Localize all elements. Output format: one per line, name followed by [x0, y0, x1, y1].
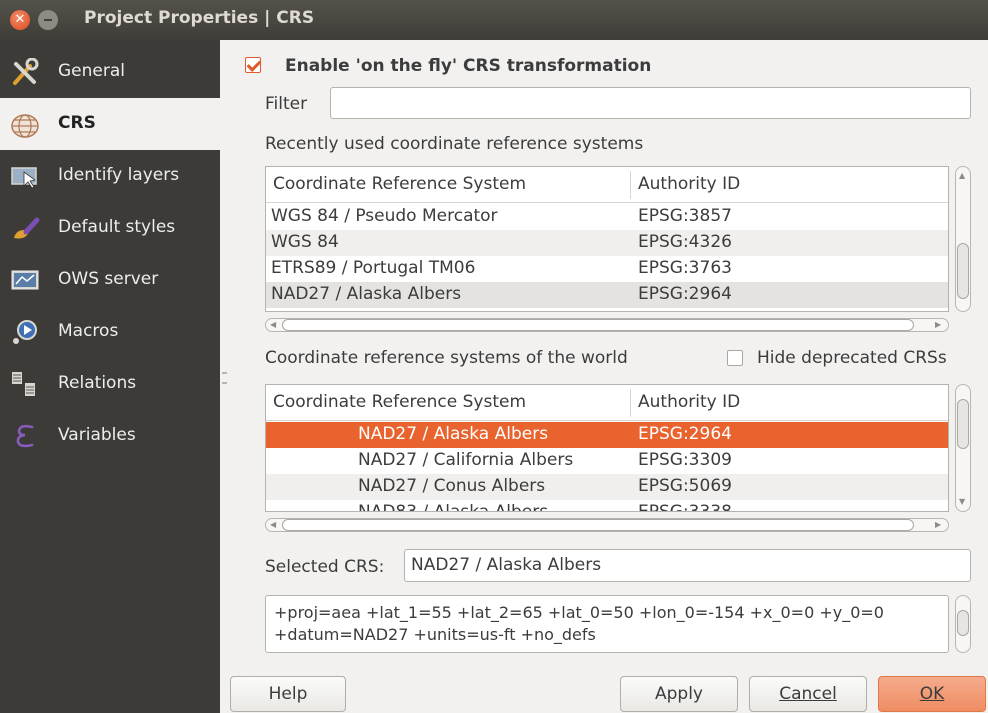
recent-crs-title: Recently used coordinate reference syste…: [265, 134, 644, 154]
column-separator[interactable]: [630, 171, 631, 199]
column-header-authority-id[interactable]: Authority ID: [638, 174, 740, 194]
selected-crs-label: Selected CRS:: [265, 557, 385, 577]
scrollbar-thumb[interactable]: [282, 519, 914, 531]
crs-authority-id: EPSG:3338: [638, 502, 732, 512]
sidebar-item-label: Variables: [58, 425, 136, 445]
scroll-right-icon[interactable]: ▶: [935, 320, 941, 329]
sidebar-item-label: General: [58, 61, 125, 81]
otf-label: Enable 'on the fly' CRS transformation: [285, 56, 652, 76]
close-window-button[interactable]: ✕: [10, 10, 30, 30]
column-header-crs[interactable]: Coordinate Reference System: [273, 174, 526, 194]
recent-vertical-scrollbar[interactable]: ▲: [955, 166, 971, 312]
crs-name: NAD27 / Conus Albers: [358, 476, 546, 496]
table-row[interactable]: NAD27 / California Albers EPSG:3309: [266, 448, 948, 474]
crs-authority-id: EPSG:3763: [638, 258, 732, 278]
crs-name: NAD27 / Alaska Albers: [271, 284, 462, 304]
column-header-authority-id[interactable]: Authority ID: [638, 392, 740, 412]
sidebar-item-relations[interactable]: Relations: [0, 358, 220, 410]
table-row[interactable]: WGS 84 / Pseudo Mercator EPSG:3857: [266, 204, 948, 230]
scrollbar-thumb[interactable]: [957, 399, 969, 449]
scrollbar-thumb[interactable]: [957, 610, 969, 636]
crs-name: NAD83 / Alaska Albers: [358, 502, 549, 512]
table-row[interactable]: NAD27 / Alaska Albers EPSG:2964: [266, 422, 948, 448]
scrollbar-thumb[interactable]: [282, 319, 914, 331]
table-header: Coordinate Reference System Authority ID: [266, 167, 948, 203]
table-row[interactable]: ETRS89 / Portugal TM06 EPSG:3763: [266, 256, 948, 282]
filter-label: Filter: [265, 94, 308, 114]
scroll-down-icon[interactable]: ▼: [959, 497, 965, 506]
sidebar-item-crs[interactable]: CRS: [0, 98, 220, 150]
crs-name: WGS 84: [271, 232, 339, 252]
cancel-button[interactable]: Cancel: [749, 676, 867, 712]
relations-icon: [12, 372, 35, 396]
otf-checkbox[interactable]: [245, 57, 261, 73]
sidebar-item-general[interactable]: General: [0, 46, 220, 98]
window-title: Project Properties | CRS: [84, 8, 315, 28]
proj-line: +proj=aea +lat_1=55 +lat_2=65 +lat_0=50 …: [274, 603, 884, 622]
apply-button[interactable]: Apply: [620, 676, 738, 712]
scrollbar-thumb[interactable]: [957, 243, 969, 299]
sidebar-item-label: CRS: [58, 113, 96, 133]
sidebar: General CRS Identify layers Default styl…: [0, 40, 220, 713]
identify-icon: [11, 167, 37, 189]
world-crs-title: Coordinate reference systems of the worl…: [265, 348, 628, 368]
table-row[interactable]: WGS 84 EPSG:4326: [266, 230, 948, 256]
sidebar-item-label: Macros: [58, 321, 119, 341]
scroll-right-icon[interactable]: ▶: [935, 520, 941, 529]
sidebar-item-label: OWS server: [58, 269, 159, 289]
sidebar-item-label: Relations: [58, 373, 137, 393]
crs-authority-id: EPSG:3309: [638, 450, 732, 470]
wrench-icon: [13, 58, 39, 85]
crs-name: NAD27 / California Albers: [358, 450, 574, 470]
proj-definition-text[interactable]: +proj=aea +lat_1=55 +lat_2=65 +lat_0=50 …: [265, 595, 949, 653]
proj-line: +datum=NAD27 +units=us-ft +no_defs: [274, 625, 596, 644]
sidebar-item-label: Default styles: [58, 217, 176, 237]
minimize-window-button[interactable]: [38, 10, 58, 30]
hide-deprecated-label: Hide deprecated CRSs: [757, 348, 947, 368]
world-horizontal-scrollbar[interactable]: ◀ ▶: [265, 518, 949, 532]
crs-name: NAD27 / Alaska Albers: [358, 424, 549, 444]
table-row[interactable]: NAD27 / Conus Albers EPSG:5069: [266, 474, 948, 500]
filter-input[interactable]: [330, 87, 971, 119]
scroll-left-icon[interactable]: ◀: [270, 520, 276, 529]
crs-authority-id: EPSG:3857: [638, 206, 732, 226]
globe-icon: [11, 114, 39, 138]
world-crs-table: Coordinate Reference System Authority ID…: [265, 384, 949, 512]
table-row[interactable]: NAD27 / Alaska Albers EPSG:2964: [266, 282, 948, 308]
recent-horizontal-scrollbar[interactable]: ◀ ▶: [265, 318, 949, 332]
macros-icon: [13, 320, 37, 344]
splitter-grip[interactable]: [222, 372, 227, 384]
crs-name: WGS 84 / Pseudo Mercator: [271, 206, 498, 226]
variables-icon: [16, 424, 34, 448]
crs-authority-id: EPSG:2964: [638, 424, 732, 444]
proj-vertical-scrollbar[interactable]: [955, 595, 971, 653]
table-row[interactable]: NAD83 / Alaska Albers EPSG:3338: [266, 500, 948, 512]
sidebar-item-macros[interactable]: Macros: [0, 306, 220, 358]
ows-icon: [11, 270, 39, 290]
window-titlebar: ✕ Project Properties | CRS: [0, 0, 988, 40]
world-vertical-scrollbar[interactable]: ▼: [955, 384, 971, 512]
crs-authority-id: EPSG:4326: [638, 232, 732, 252]
column-header-crs[interactable]: Coordinate Reference System: [273, 392, 526, 412]
crs-authority-id: EPSG:5069: [638, 476, 732, 496]
selected-crs-field[interactable]: NAD27 / Alaska Albers: [404, 549, 971, 582]
help-button[interactable]: Help: [230, 676, 346, 712]
crs-name: ETRS89 / Portugal TM06: [271, 258, 476, 278]
hide-deprecated-checkbox[interactable]: [727, 350, 743, 366]
brush-icon: [14, 217, 40, 239]
recent-crs-table: Coordinate Reference System Authority ID…: [265, 166, 949, 312]
ok-button[interactable]: OK: [878, 676, 986, 712]
sidebar-item-label: Identify layers: [58, 165, 180, 185]
crs-authority-id: EPSG:2964: [638, 284, 732, 304]
scroll-up-icon[interactable]: ▲: [959, 171, 965, 180]
table-header: Coordinate Reference System Authority ID: [266, 385, 948, 421]
sidebar-item-default-styles[interactable]: Default styles: [0, 202, 220, 254]
sidebar-item-variables[interactable]: Variables: [0, 410, 220, 462]
sidebar-item-ows-server[interactable]: OWS server: [0, 254, 220, 306]
scroll-left-icon[interactable]: ◀: [270, 320, 276, 329]
sidebar-item-identify-layers[interactable]: Identify layers: [0, 150, 220, 202]
column-separator[interactable]: [630, 389, 631, 417]
